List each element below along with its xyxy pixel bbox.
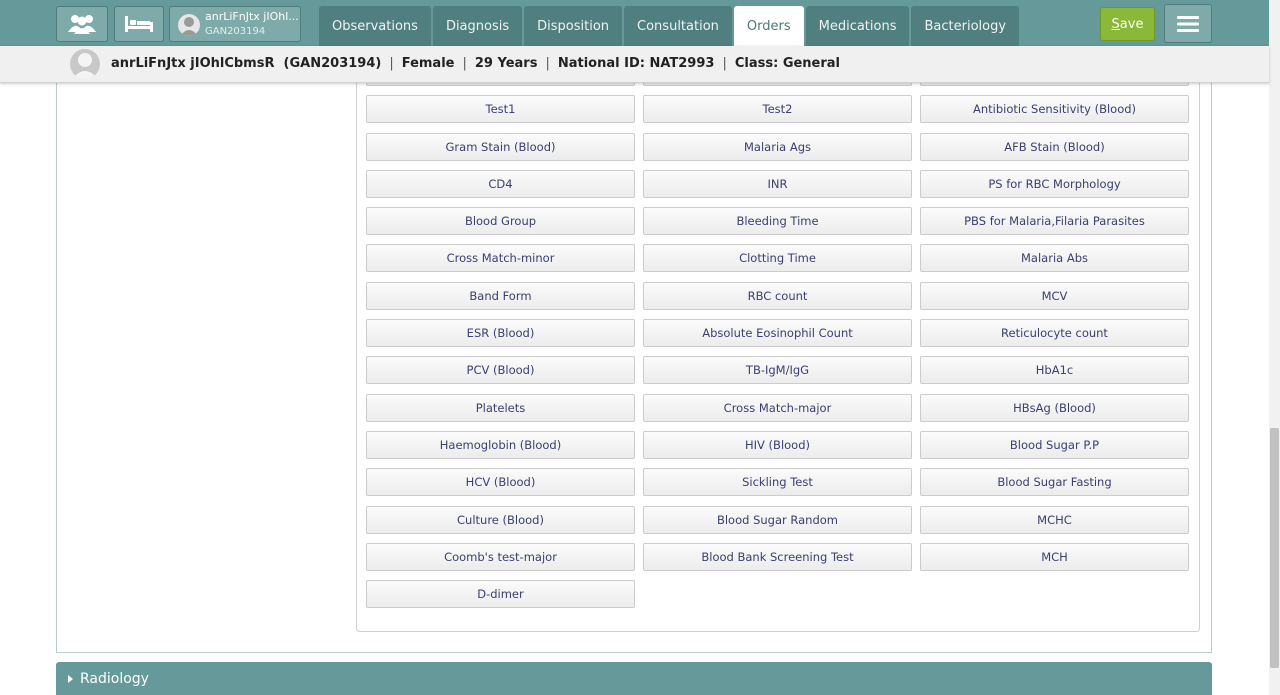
- current-patient-chip[interactable]: anrLiFnJtx jIOhl... GAN203194: [169, 6, 301, 42]
- lab-test-button[interactable]: PCV (Blood): [366, 356, 635, 385]
- people-icon: [68, 15, 96, 34]
- lab-tests-scroll: non- adrenalinebone marrow testGGTTest1T…: [366, 72, 1189, 624]
- lab-test-button[interactable]: TB-IgM/IgG: [643, 356, 912, 385]
- tab-bacteriology[interactable]: Bacteriology: [911, 6, 1020, 46]
- chip-patient-id: GAN203194: [205, 26, 266, 37]
- lab-test-button[interactable]: Malaria Abs: [920, 244, 1189, 273]
- lab-test-button[interactable]: PS for RBC Morphology: [920, 169, 1189, 198]
- patient-gender: Female: [401, 56, 455, 71]
- lab-test-button[interactable]: Antibiotic Sensitivity (Blood): [920, 95, 1189, 124]
- tab-orders[interactable]: Orders: [733, 6, 804, 46]
- separator: |: [545, 56, 550, 71]
- lab-test-button[interactable]: Platelets: [366, 393, 635, 422]
- separator: |: [462, 56, 467, 71]
- patient-national-id: National ID: NAT2993: [557, 56, 715, 71]
- lab-test-button[interactable]: ESR (Blood): [366, 319, 635, 348]
- lab-test-button[interactable]: Gram Stain (Blood): [366, 132, 635, 161]
- patient-avatar: [70, 49, 100, 79]
- hamburger-menu-icon: [1177, 15, 1199, 32]
- lab-test-button[interactable]: Bleeding Time: [643, 207, 912, 236]
- lab-test-button[interactable]: Test1: [366, 95, 635, 124]
- patient-info-bar: anrLiFnJtx jIOhlCbmsR (GAN203194) | Female…: [0, 46, 1269, 83]
- lab-test-button[interactable]: PBS for Malaria,Filaria Parasites: [920, 207, 1189, 236]
- scrollbar-thumb[interactable]: [1270, 428, 1279, 668]
- lab-test-button[interactable]: Coomb's test-major: [366, 542, 635, 571]
- tab-consultation[interactable]: Consultation: [624, 6, 732, 46]
- lab-test-button[interactable]: AFB Stain (Blood): [920, 132, 1189, 161]
- patient-class: Class: General: [734, 56, 841, 71]
- tab-diagnosis[interactable]: Diagnosis: [432, 6, 523, 46]
- lab-test-button[interactable]: MCV: [920, 281, 1189, 310]
- lab-test-button[interactable]: Band Form: [366, 281, 635, 310]
- tab-observations[interactable]: Observations: [319, 6, 431, 46]
- lab-test-button[interactable]: Malaria Ags: [643, 132, 912, 161]
- lab-test-button[interactable]: CD4: [366, 169, 635, 198]
- lab-test-button[interactable]: Blood Sugar Fasting: [920, 468, 1189, 497]
- patients-button[interactable]: [56, 6, 108, 42]
- lab-test-button[interactable]: HIV (Blood): [643, 430, 912, 459]
- lab-test-button[interactable]: Culture (Blood): [366, 505, 635, 534]
- lab-test-button[interactable]: Test2: [643, 95, 912, 124]
- lab-test-button[interactable]: Sickling Test: [643, 468, 912, 497]
- lab-test-button[interactable]: Clotting Time: [643, 244, 912, 273]
- radiology-label: Radiology: [80, 671, 149, 687]
- lab-test-button[interactable]: D-dimer: [366, 580, 635, 609]
- patient-info-text: anrLiFnJtx jIOhlCbmsR (GAN203194) | Female…: [111, 56, 840, 71]
- lab-test-button[interactable]: Blood Sugar P.P: [920, 430, 1189, 459]
- tab-bar: Observations Diagnosis Disposition Consu…: [319, 6, 1020, 46]
- menu-button[interactable]: [1164, 4, 1212, 43]
- patient-age: 29 Years: [474, 56, 538, 71]
- lab-test-button[interactable]: RBC count: [643, 281, 912, 310]
- patient-name: anrLiFnJtx jIOhlCbmsR: [111, 56, 275, 71]
- chip-patient-name: anrLiFnJtx jIOhl...: [205, 10, 299, 23]
- lab-tests-grid: non- adrenalinebone marrow testGGTTest1T…: [366, 72, 1189, 609]
- tab-medications[interactable]: Medications: [805, 6, 910, 46]
- lab-test-button[interactable]: HCV (Blood): [366, 468, 635, 497]
- save-label: ave: [1119, 16, 1144, 32]
- lab-test-button[interactable]: HBsAg (Blood): [920, 393, 1189, 422]
- lab-test-button[interactable]: MCHC: [920, 505, 1189, 534]
- patient-id: (GAN203194): [283, 56, 382, 71]
- separator: |: [722, 56, 727, 71]
- save-button[interactable]: Save: [1100, 7, 1155, 41]
- top-navbar: anrLiFnJtx jIOhl... GAN203194 Observatio…: [0, 0, 1280, 46]
- lab-test-button[interactable]: Cross Match-minor: [366, 244, 635, 273]
- lab-test-button[interactable]: Reticulocyte count: [920, 319, 1189, 348]
- beds-button[interactable]: [114, 6, 164, 42]
- page-scrollbar[interactable]: [1269, 0, 1280, 695]
- lab-test-button[interactable]: MCH: [920, 542, 1189, 571]
- lab-test-button[interactable]: Blood Bank Screening Test: [643, 542, 912, 571]
- lab-test-button[interactable]: INR: [643, 169, 912, 198]
- caret-right-icon: [68, 675, 73, 683]
- lab-test-button[interactable]: Cross Match-major: [643, 393, 912, 422]
- lab-test-button[interactable]: Blood Group: [366, 207, 635, 236]
- separator: |: [389, 56, 394, 71]
- lab-test-button[interactable]: Haemoglobin (Blood): [366, 430, 635, 459]
- lab-test-button[interactable]: HbA1c: [920, 356, 1189, 385]
- lab-test-button[interactable]: Absolute Eosinophil Count: [643, 319, 912, 348]
- lab-test-button[interactable]: Blood Sugar Random: [643, 505, 912, 534]
- save-accesskey: S: [1111, 16, 1120, 32]
- bed-icon: [125, 16, 153, 32]
- avatar: [178, 14, 200, 36]
- tab-disposition[interactable]: Disposition: [524, 6, 623, 46]
- radiology-section-header[interactable]: Radiology: [56, 662, 1212, 695]
